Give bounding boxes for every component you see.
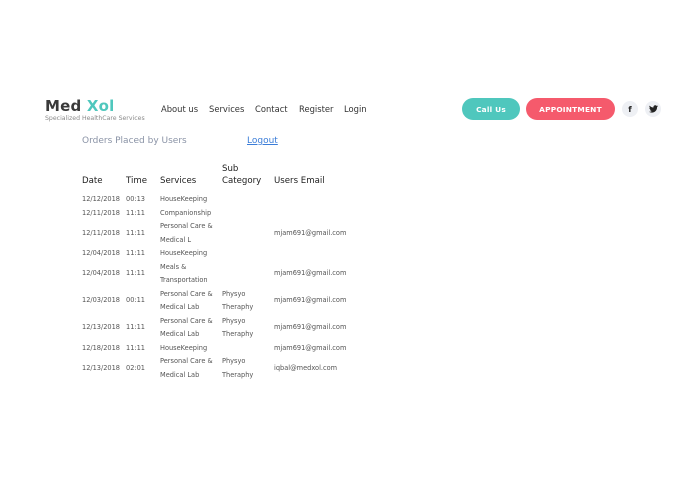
cell-time: 00:13	[126, 195, 146, 203]
sub-category-line: Theraphy	[222, 370, 254, 379]
column-header-date: Date	[82, 176, 103, 186]
brand-logo[interactable]: Med Xol Specialized HealthCare Services	[45, 97, 145, 123]
service-line: Medical Lab	[160, 303, 200, 311]
twitter-bird-glyph	[648, 105, 658, 113]
cell-date: 12/11/2018	[82, 208, 121, 217]
brand-tagline: Specialized HealthCare Services	[45, 115, 145, 122]
sub-category-line: Theraphy	[222, 303, 254, 311]
service-line: Medical L	[160, 235, 192, 244]
cell-service: Personal Care & Medical Lab	[158, 315, 220, 342]
nav-item-about-us[interactable]: About us	[161, 104, 198, 114]
brand-name-part2: Xol	[86, 97, 115, 115]
cell-sub-category	[220, 207, 272, 221]
service-line: Transportation	[160, 276, 208, 284]
cell-email	[272, 247, 366, 261]
orders-heading: Orders Placed by Users	[82, 136, 187, 146]
cell-email: mjam691@gmail.com	[274, 296, 347, 305]
brand-name-part1: Med	[45, 97, 87, 115]
cell-service: HouseKeeping	[160, 249, 208, 257]
cell-time: 11:11	[126, 323, 146, 332]
cell-time: 11:11	[126, 269, 146, 278]
call-us-button[interactable]: Call Us	[462, 98, 520, 120]
service-line: Meals &	[160, 262, 187, 271]
sub-category-line: Physyo	[222, 289, 246, 298]
cell-sub-category	[220, 247, 272, 261]
column-header-time: Time	[126, 176, 148, 186]
service-line: Medical Lab	[160, 370, 200, 379]
cell-email: mjam691@gmail.com	[274, 343, 347, 352]
table-row: 12/18/2018 11:11 HouseKeeping mjam691@gm…	[80, 342, 366, 356]
nav-item-contact[interactable]: Contact	[255, 104, 288, 114]
orders-table: Date Time Services Sub Category Users Em…	[80, 163, 366, 382]
cell-sub-category	[220, 342, 272, 356]
cell-date: 12/18/2018	[82, 343, 121, 352]
cell-time: 11:11	[126, 228, 146, 237]
brand-name: Med Xol	[45, 97, 145, 115]
twitter-icon[interactable]	[645, 101, 661, 117]
sub-category-line: Theraphy	[222, 330, 254, 338]
cell-time: 11:11	[126, 343, 146, 352]
cell-service: Meals & Transportation	[158, 261, 220, 288]
facebook-icon[interactable]: f	[622, 101, 638, 117]
table-row: 12/13/2018 02:01 Personal Care & Medical …	[80, 355, 366, 382]
table-row: 12/13/2018 11:11 Personal Care & Medical …	[80, 315, 366, 342]
cell-time: 11:11	[126, 208, 146, 217]
sub-category-line: Physyo	[222, 357, 246, 365]
cell-sub-category: Physyo Theraphy	[220, 288, 272, 315]
cell-sub-category	[220, 261, 272, 288]
service-line: Medical Lab	[160, 330, 200, 338]
cell-date: 12/03/2018	[82, 296, 121, 305]
cell-date: 12/13/2018	[82, 363, 121, 372]
cell-service: HouseKeeping	[160, 195, 208, 203]
cell-sub-category	[220, 193, 272, 207]
cell-service: Personal Care & Medical L	[158, 220, 220, 247]
sub-category-line: Physyo	[222, 316, 246, 325]
cell-sub-category: Physyo Theraphy	[220, 355, 272, 382]
cell-email: mjam691@gmail.com	[274, 323, 347, 332]
table-row: 12/03/2018 00:11 Personal Care & Medical …	[80, 288, 366, 315]
table-row: 12/04/2018 11:11 HouseKeeping	[80, 247, 366, 261]
service-line: Personal Care &	[160, 289, 213, 298]
nav-item-services[interactable]: Services	[209, 104, 244, 114]
table-header-row: Date Time Services Sub Category Users Em…	[80, 163, 366, 193]
cell-date: 12/04/2018	[82, 249, 121, 257]
service-line: Personal Care &	[160, 316, 213, 325]
cell-time: 11:11	[126, 249, 146, 257]
appointment-button[interactable]: APPOINTMENT	[526, 98, 615, 120]
column-header-users-email: Users Email	[274, 176, 325, 186]
cell-service: Personal Care & Medical Lab	[158, 288, 220, 315]
cell-date: 12/04/2018	[82, 269, 121, 278]
cell-service: Personal Care & Medical Lab	[158, 355, 220, 382]
cell-email	[272, 207, 366, 221]
cell-email: mjam691@gmail.com	[274, 269, 347, 278]
logout-link[interactable]: Logout	[247, 136, 278, 146]
cell-time: 02:01	[126, 363, 146, 372]
cell-date: 12/13/2018	[82, 323, 121, 332]
table-row: 12/04/2018 11:11 Meals & Transportation m…	[80, 261, 366, 288]
service-line: Personal Care &	[160, 222, 213, 230]
service-line: Personal Care &	[160, 357, 213, 365]
cell-sub-category: Physyo Theraphy	[220, 315, 272, 342]
column-header-sub-category: Sub Category	[222, 164, 262, 186]
cell-sub-category	[220, 220, 272, 247]
nav-item-login[interactable]: Login	[344, 104, 367, 114]
column-header-services: Services	[160, 176, 197, 186]
table-row: 12/11/2018 11:11 Personal Care & Medical …	[80, 220, 366, 247]
nav-item-register[interactable]: Register	[299, 104, 333, 114]
table-row: 12/11/2018 11:11 Companionship	[80, 207, 366, 221]
cell-email: mjam691@gmail.com	[274, 228, 347, 237]
cell-time: 00:11	[126, 296, 146, 305]
cell-date: 12/12/2018	[82, 195, 121, 203]
cell-email	[272, 193, 366, 207]
cell-service: Companionship	[160, 208, 212, 217]
table-row: 12/12/2018 00:13 HouseKeeping	[80, 193, 366, 207]
cell-date: 12/11/2018	[82, 228, 121, 237]
cell-service: HouseKeeping	[160, 343, 208, 352]
cell-email: iqbal@medxol.com	[274, 363, 338, 372]
